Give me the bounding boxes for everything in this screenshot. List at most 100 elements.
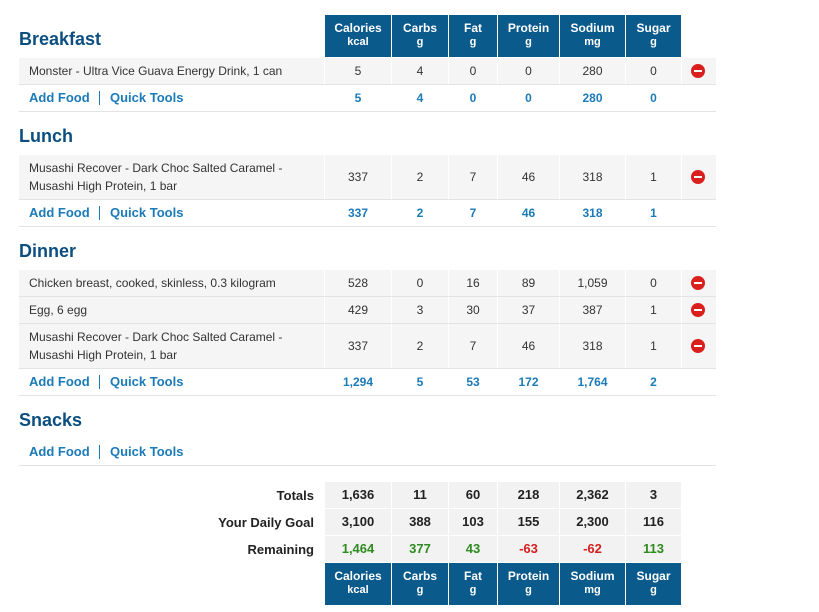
nutrient-value-carbs: 0: [416, 276, 424, 290]
meal-total-fat: 0: [469, 91, 477, 105]
nutrient-value-fat: 16: [466, 276, 480, 290]
column-header-unit: g: [416, 36, 424, 48]
summary-value-calories: 1,464: [325, 536, 391, 562]
food-name-line: Egg, 6 egg: [29, 303, 88, 317]
food-name[interactable]: Monster - Ultra Vice Guava Energy Drink,…: [29, 62, 282, 80]
column-header-carbs: Carbs g: [392, 15, 448, 57]
meal-totals-row: Add Food Quick Tools: [19, 439, 716, 466]
nutrient-value-sugar: 1: [650, 339, 657, 353]
meal-total-sodium: 1,764: [577, 375, 608, 389]
link-separator: [99, 445, 100, 459]
summary-value-protein: -63: [498, 536, 559, 562]
summary-value-fat: 103: [449, 509, 497, 535]
nutrient-value-fat: 0: [469, 64, 477, 78]
column-header-unit: kcal: [347, 584, 369, 596]
add-food-link[interactable]: Add Food: [29, 90, 90, 105]
column-header-protein: Protein g: [498, 563, 559, 605]
food-name[interactable]: Egg, 6 egg: [29, 301, 87, 319]
meal-total-protein: 46: [521, 206, 536, 220]
food-name-line: Musashi High Protein, 1 bar: [29, 179, 178, 193]
summary-value-sugar: 3: [626, 482, 681, 508]
food-name-line: Musashi Recover - Dark Choc Salted Caram…: [29, 330, 283, 344]
summary-value-fat: 43: [449, 536, 497, 562]
nutrient-value-fat: 7: [469, 170, 477, 184]
column-header-unit: g: [469, 36, 477, 48]
column-header-fat: Fat g: [449, 15, 497, 57]
column-divider: [681, 297, 682, 323]
column-header-sugar: Sugar g: [626, 15, 681, 57]
quick-tools-link[interactable]: Quick Tools: [110, 90, 183, 105]
column-header-sodium: Sodium mg: [560, 563, 625, 605]
summary-label-totals: Totals: [276, 488, 314, 503]
summary-value-carbs: 377: [392, 536, 448, 562]
nutrient-value-protein: 89: [521, 276, 536, 290]
summary-value-sugar: 113: [626, 536, 681, 562]
remove-icon[interactable]: [691, 64, 705, 78]
meal-total-fat: 7: [469, 206, 477, 220]
column-header-unit: g: [650, 584, 657, 596]
meal-title-snacks: Snacks: [19, 410, 83, 430]
add-food-link[interactable]: Add Food: [29, 444, 90, 459]
food-name-line: Chicken breast, cooked, skinless, 0.3 ki…: [29, 276, 276, 290]
nutrient-value-sodium: 318: [582, 339, 603, 353]
nutrient-value-sugar: 1: [650, 303, 657, 317]
nutrient-value-protein: 46: [521, 339, 536, 353]
nutrient-value-calories: 5: [354, 64, 362, 78]
column-header-carbs: Carbs g: [392, 563, 448, 605]
quick-tools-link[interactable]: Quick Tools: [110, 205, 183, 220]
remove-icon[interactable]: [691, 339, 705, 353]
nutrient-value-carbs: 3: [416, 303, 424, 317]
meal-totals-row: Add Food Quick Tools 337 2 7 46 318 1: [19, 200, 716, 227]
column-divider: [681, 270, 682, 296]
food-name-line: Musashi High Protein, 1 bar: [29, 348, 178, 362]
quick-tools-link[interactable]: Quick Tools: [110, 374, 183, 389]
link-separator: [99, 206, 100, 220]
remove-icon[interactable]: [691, 303, 705, 317]
food-name[interactable]: Musashi Recover - Dark Choc Salted Caram…: [29, 159, 282, 195]
remove-icon[interactable]: [691, 170, 705, 184]
nutrient-value-protein: 0: [525, 64, 532, 78]
meal-title-breakfast: Breakfast: [19, 29, 102, 49]
quick-tools-link[interactable]: Quick Tools: [110, 444, 183, 459]
nutrient-value-sodium: 387: [582, 303, 603, 317]
summary-value-carbs: 11: [392, 482, 448, 508]
nutrient-value-calories: 337: [347, 170, 369, 184]
column-header-unit: g: [525, 584, 532, 596]
meal-total-sugar: 2: [650, 375, 657, 389]
summary-value-sodium: 2,362: [560, 482, 625, 508]
nutrient-value-carbs: 2: [416, 339, 424, 353]
link-separator: [99, 375, 100, 389]
add-food-link[interactable]: Add Food: [29, 205, 90, 220]
meal-total-protein: 0: [525, 91, 532, 105]
column-header-label: Sugar: [636, 569, 671, 583]
remove-icon[interactable]: [691, 276, 705, 290]
column-header-label: Carbs: [402, 569, 437, 583]
food-row: Monster - Ultra Vice Guava Energy Drink,…: [19, 58, 716, 85]
nutrient-value-fat: 30: [466, 303, 480, 317]
nutrient-value-calories: 337: [347, 339, 369, 353]
summary-label-your-daily-goal: Your Daily Goal: [218, 515, 314, 530]
nutrient-value-sodium: 1,059: [577, 276, 608, 290]
meal-title-dinner: Dinner: [19, 241, 77, 261]
nutrient-value-sugar: 0: [650, 276, 657, 290]
nutrient-value-sodium: 318: [582, 170, 603, 184]
summary-value-sugar: 116: [626, 509, 681, 535]
column-header-unit: mg: [584, 584, 601, 596]
column-header-label: Calories: [334, 569, 382, 583]
column-header-sugar: Sugar g: [626, 563, 681, 605]
summary-value-protein: 155: [498, 509, 559, 535]
food-name[interactable]: Musashi Recover - Dark Choc Salted Caram…: [29, 328, 282, 364]
column-header-unit: mg: [584, 36, 601, 48]
meal-total-fat: 53: [466, 375, 480, 389]
column-header-label: Protein: [507, 21, 550, 35]
summary-value-sodium: -62: [560, 536, 625, 562]
meal-total-sodium: 280: [582, 91, 603, 105]
add-food-link[interactable]: Add Food: [29, 374, 90, 389]
food-row: Egg, 6 egg 429 3 30 37 387 1: [19, 297, 716, 324]
column-header-label: Carbs: [402, 21, 437, 35]
meal-total-carbs: 4: [416, 91, 424, 105]
nutrient-value-protein: 46: [521, 170, 536, 184]
meal-totals-row: Add Food Quick Tools 5 4 0 0 280 0: [19, 85, 716, 112]
food-name[interactable]: Chicken breast, cooked, skinless, 0.3 ki…: [29, 274, 276, 292]
food-row: Musashi Recover - Dark Choc Salted Caram…: [19, 324, 716, 369]
